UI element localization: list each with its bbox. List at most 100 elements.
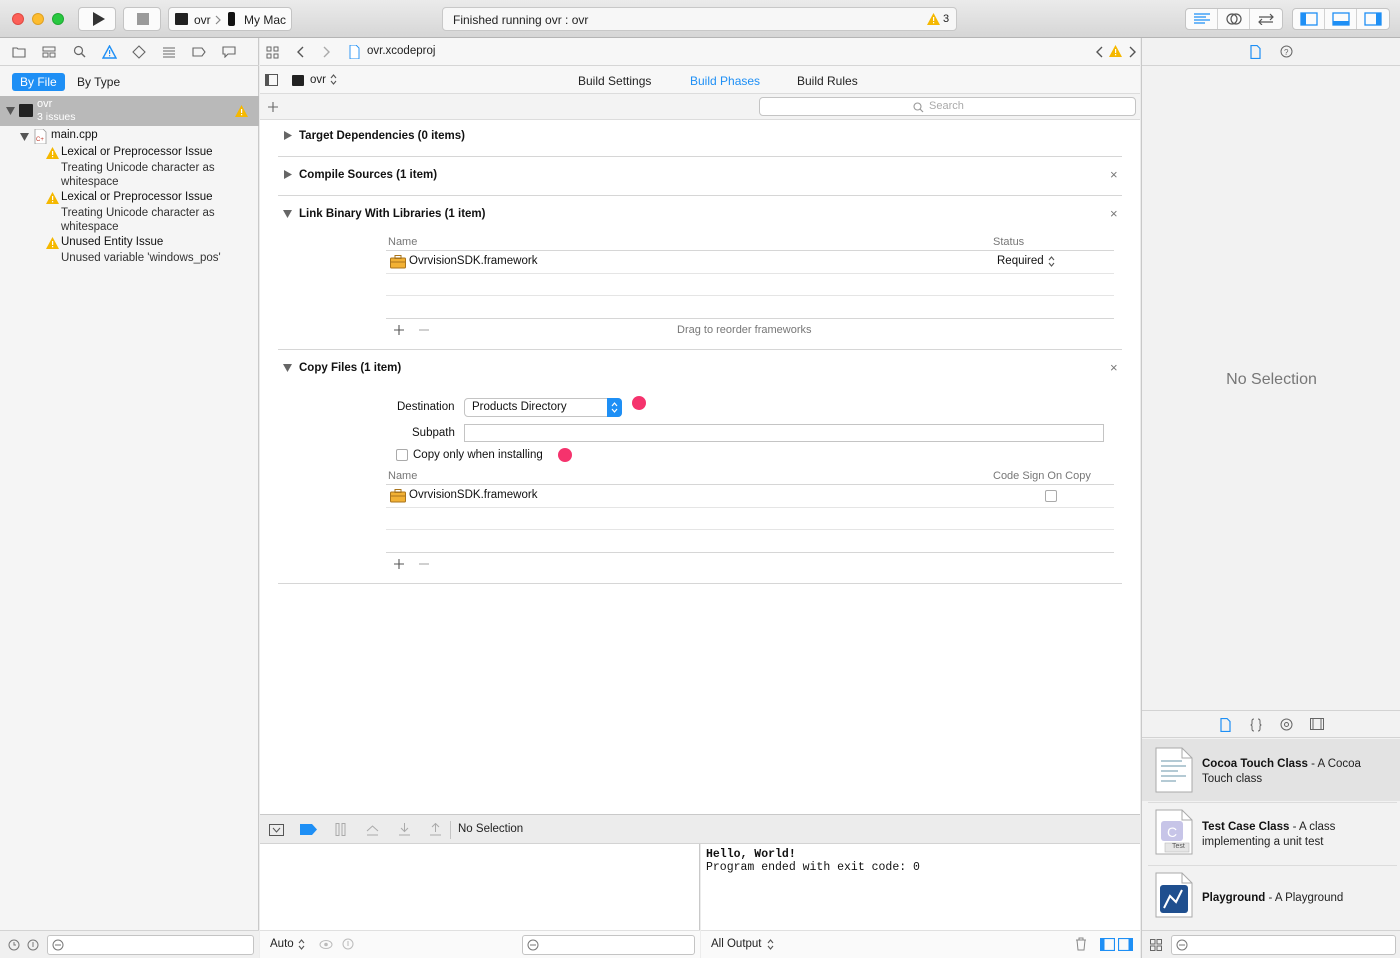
toggle-navigator-button[interactable]: [1293, 9, 1325, 29]
all-output-select[interactable]: All Output: [711, 938, 762, 950]
info-circle-icon[interactable]: [27, 939, 39, 951]
tab-build-rules[interactable]: Build Rules: [797, 74, 858, 88]
breakpoints-toggle-icon[interactable]: [300, 824, 317, 835]
step-over-icon[interactable]: [366, 823, 379, 836]
test-navigator-tab[interactable]: [130, 43, 148, 61]
phase-compile-sources[interactable]: Compile Sources (1 item) ×: [278, 165, 1122, 195]
delete-phase-button[interactable]: ×: [1110, 360, 1118, 375]
up-down-chevron-icon: [330, 74, 337, 85]
table-row[interactable]: OvrvisionSDK.framework Required: [386, 251, 1114, 273]
toggle-utilities-button[interactable]: [1357, 9, 1389, 29]
eye-icon[interactable]: [319, 939, 333, 950]
run-button[interactable]: [78, 7, 116, 31]
variables-filter-input[interactable]: [522, 935, 695, 955]
project-row-selected[interactable]: ovr 3 issues: [0, 96, 259, 126]
navigator-filter-input[interactable]: [47, 935, 254, 955]
tab-build-phases[interactable]: Build Phases: [690, 74, 760, 88]
standard-editor-button[interactable]: [1186, 9, 1218, 29]
assistant-editor-button[interactable]: [1218, 9, 1250, 29]
gauge-bars-icon: [163, 47, 175, 57]
auto-select[interactable]: Auto: [270, 938, 294, 950]
debug-navigator-tab[interactable]: [160, 43, 178, 61]
file-template-library-icon[interactable]: [1220, 718, 1231, 732]
issue-navigator-tab[interactable]: [100, 43, 118, 61]
tab-build-settings[interactable]: Build Settings: [578, 74, 651, 88]
annotation-marker: [632, 396, 646, 410]
file-row-main-cpp[interactable]: C+ main.cpp: [0, 128, 259, 144]
project-list-toggle-icon[interactable]: [265, 74, 278, 86]
library-item-test-case-class[interactable]: C Test Test Case Class - A class impleme…: [1142, 803, 1400, 865]
table-row-divider: [386, 529, 1114, 530]
minus-icon[interactable]: [418, 324, 430, 336]
delete-phase-button[interactable]: ×: [1110, 167, 1118, 182]
next-issue-icon[interactable]: [1129, 46, 1137, 58]
previous-issue-icon[interactable]: [1095, 46, 1103, 58]
subpath-input[interactable]: [464, 424, 1104, 442]
object-library-icon[interactable]: [1280, 718, 1293, 731]
phase-target-dependencies[interactable]: Target Dependencies (0 items): [278, 126, 1122, 156]
forward-chevron-icon[interactable]: [323, 46, 331, 58]
playground-file-icon: [1155, 872, 1193, 918]
scheme-selector[interactable]: ovr My Mac: [168, 7, 292, 31]
stop-button[interactable]: [123, 7, 161, 31]
toggle-debug-area-button[interactable]: [1325, 9, 1357, 29]
table-row[interactable]: OvrvisionSDK.framework: [386, 485, 1114, 507]
right-pane-toggle-icon[interactable]: [1118, 938, 1133, 951]
xcodeproj-file-icon: [349, 45, 360, 59]
zoom-window-button[interactable]: [52, 13, 64, 25]
library-item-title: Cocoa Touch Class: [1202, 758, 1308, 770]
step-out-icon[interactable]: [429, 823, 442, 836]
library-item-cocoa-touch-class[interactable]: Cocoa Touch Class - A Cocoa Touch class: [1142, 739, 1400, 801]
code-snippet-library-icon[interactable]: [1250, 718, 1262, 732]
framework-name: OvrvisionSDK.framework: [409, 255, 538, 267]
phase-link-binary[interactable]: Link Binary With Libraries (1 item) ×: [278, 204, 1122, 224]
pause-icon[interactable]: [335, 823, 346, 836]
filter-by-file-button[interactable]: By File: [12, 73, 65, 91]
issue-item-1[interactable]: Lexical or Preprocessor Issue Treating U…: [0, 145, 259, 189]
issue-item-2[interactable]: Lexical or Preprocessor Issue Treating U…: [0, 190, 259, 234]
warning-icon[interactable]: [1109, 45, 1122, 57]
version-editor-button[interactable]: [1250, 9, 1282, 29]
clock-icon[interactable]: [8, 939, 20, 951]
minus-icon[interactable]: [418, 558, 430, 570]
info-circle-icon[interactable]: [342, 938, 354, 950]
quick-help-icon[interactable]: ?: [1280, 45, 1293, 58]
project-navigator-tab[interactable]: [10, 43, 28, 61]
plus-icon[interactable]: [393, 324, 405, 336]
grid-view-icon[interactable]: [1150, 939, 1162, 951]
plus-icon[interactable]: [393, 558, 405, 570]
console-view[interactable]: Hello, World! Program ended with exit co…: [701, 844, 1140, 958]
hide-debug-area-icon[interactable]: [269, 824, 284, 836]
issue-item-3[interactable]: Unused Entity Issue Unused variable 'win…: [0, 235, 259, 265]
related-items-grid-icon[interactable]: [266, 46, 279, 59]
phase-search-input[interactable]: Search: [759, 97, 1136, 116]
step-into-icon[interactable]: [398, 823, 411, 836]
plus-icon[interactable]: [267, 101, 279, 113]
delete-phase-button[interactable]: ×: [1110, 206, 1118, 221]
file-inspector-icon[interactable]: [1250, 45, 1261, 59]
swap-arrows-icon: [1258, 13, 1274, 25]
target-selector[interactable]: ovr: [310, 74, 326, 86]
trash-icon[interactable]: [1075, 937, 1087, 951]
destination-select[interactable]: Products Directory: [464, 398, 622, 417]
library-item-playground[interactable]: Playground - A Playground: [1142, 866, 1400, 928]
find-navigator-tab[interactable]: [70, 43, 88, 61]
library-item-desc: - A Cocoa: [1307, 758, 1361, 770]
minimize-window-button[interactable]: [32, 13, 44, 25]
code-sign-checkbox[interactable]: [1045, 490, 1057, 502]
filter-by-type-button[interactable]: By Type: [77, 75, 120, 89]
symbol-navigator-tab[interactable]: [40, 43, 58, 61]
warning-icon: [235, 105, 248, 117]
framework-status-select[interactable]: Required: [997, 255, 1044, 267]
close-window-button[interactable]: [12, 13, 24, 25]
report-navigator-tab[interactable]: [220, 43, 238, 61]
copy-only-checkbox[interactable]: [396, 449, 408, 461]
jump-bar-file[interactable]: ovr.xcodeproj: [367, 45, 435, 57]
media-library-icon[interactable]: [1310, 718, 1324, 730]
phase-copy-files[interactable]: Copy Files (1 item) ×: [278, 358, 1122, 378]
activity-viewer[interactable]: Finished running ovr : ovr 3: [442, 7, 957, 31]
library-filter-input[interactable]: [1171, 935, 1396, 955]
back-chevron-icon[interactable]: [296, 46, 304, 58]
breakpoint-navigator-tab[interactable]: [190, 43, 208, 61]
left-pane-toggle-icon[interactable]: [1100, 938, 1115, 951]
